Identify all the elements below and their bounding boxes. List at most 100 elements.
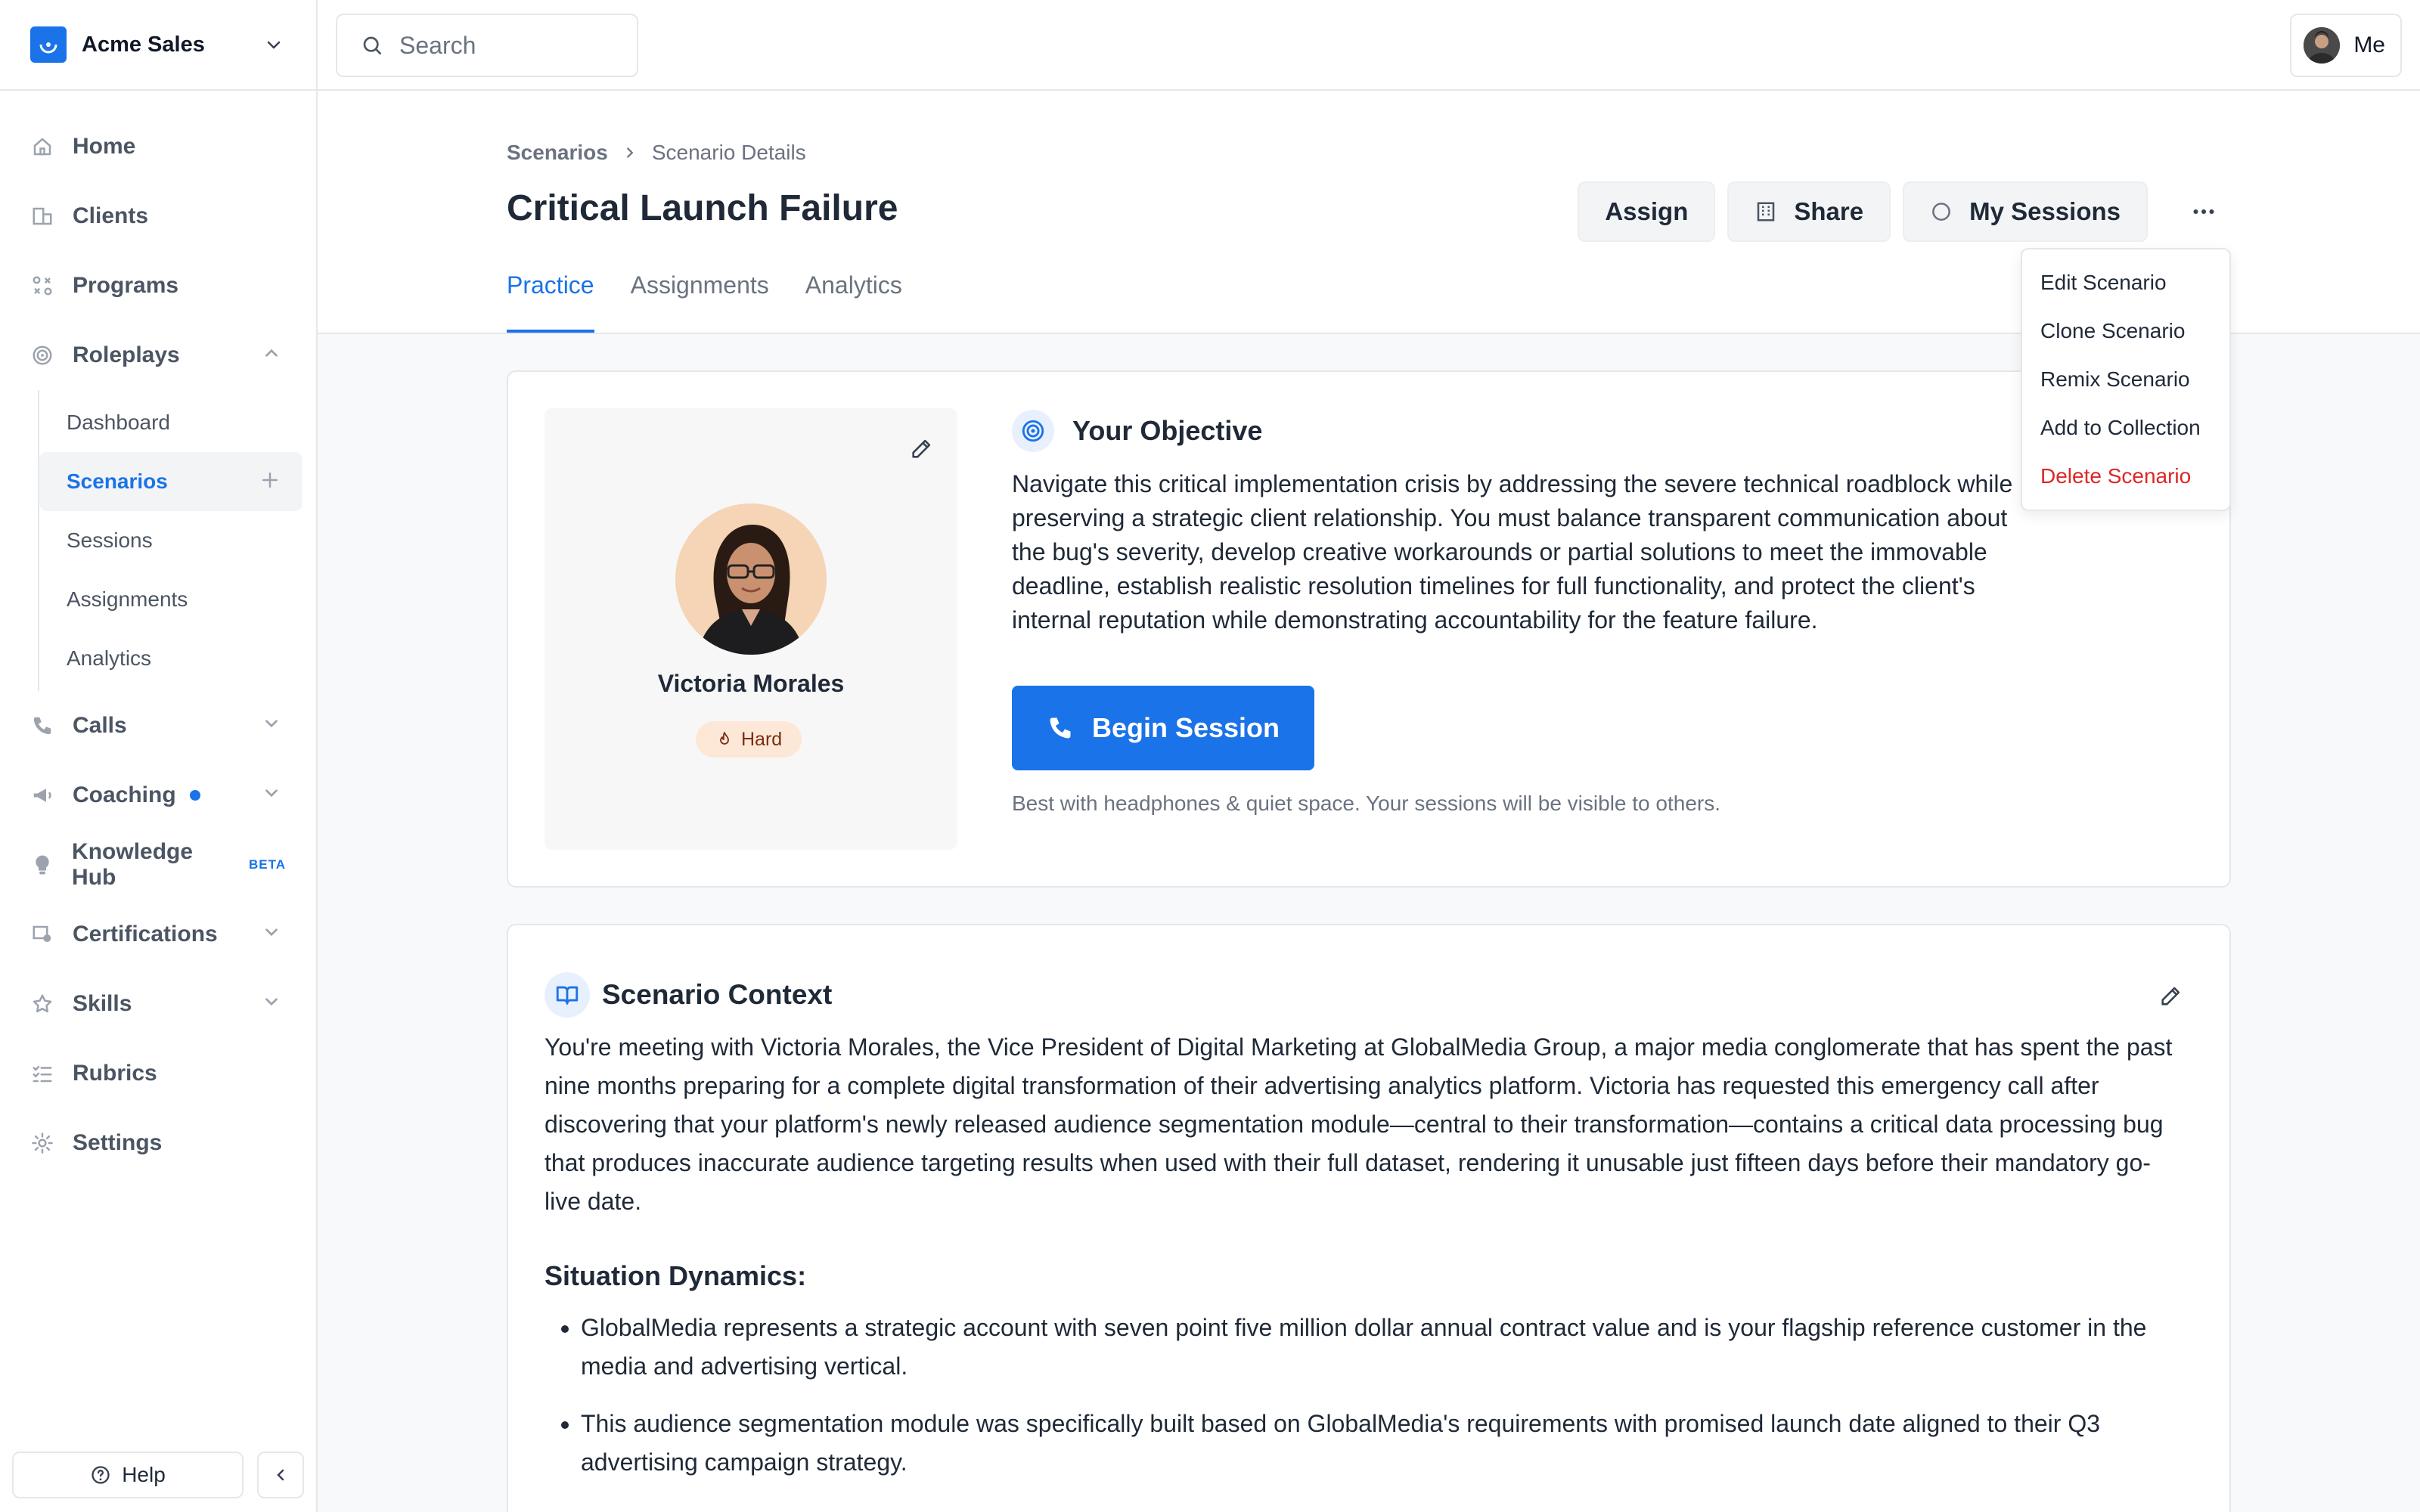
sidebar-item-scenarios[interactable]: Scenarios <box>39 452 302 511</box>
tab-assignments[interactable]: Assignments <box>631 271 769 333</box>
programs-icon <box>30 274 54 298</box>
sidebar-item-dashboard[interactable]: Dashboard <box>39 393 302 452</box>
search-placeholder: Search <box>399 31 476 59</box>
breadcrumb-scenarios-link[interactable]: Scenarios <box>507 141 608 165</box>
breadcrumb: Scenarios Scenario Details <box>507 141 806 165</box>
nav-label: Rubrics <box>73 1061 157 1086</box>
menu-item-edit-scenario[interactable]: Edit Scenario <box>2022 259 2229 307</box>
menu-item-clone-scenario[interactable]: Clone Scenario <box>2022 307 2229 355</box>
scenario-context-card: Scenario Context You're meeting with Vic… <box>507 924 2231 1512</box>
persona-name: Victoria Morales <box>657 670 845 697</box>
sidebar-item-label: Scenarios <box>67 469 168 493</box>
breadcrumb-current: Scenario Details <box>651 141 806 164</box>
tab-analytics[interactable]: Analytics <box>805 271 902 333</box>
tabs: Practice Assignments Analytics <box>507 271 902 333</box>
chevron-down-icon <box>262 33 286 57</box>
menu-item-remix-scenario[interactable]: Remix Scenario <box>2022 355 2229 404</box>
nav-item-coaching[interactable]: Coaching <box>0 761 316 830</box>
sidebar-footer: Help <box>12 1452 304 1498</box>
difficulty-badge: Hard <box>696 721 802 758</box>
menu-item-delete-scenario[interactable]: Delete Scenario <box>2022 452 2229 500</box>
search-icon <box>363 36 381 54</box>
nav-item-programs[interactable]: Programs <box>0 251 316 321</box>
nav-label: Programs <box>73 273 179 298</box>
search-input[interactable]: Search <box>336 14 638 77</box>
nav-label: Knowledge Hub <box>72 839 194 890</box>
help-button[interactable]: Help <box>12 1452 244 1498</box>
sidebar-item-assignments[interactable]: Assignments <box>39 570 302 629</box>
menu-item-add-to-collection[interactable]: Add to Collection <box>2022 404 2229 452</box>
edit-persona-button[interactable] <box>909 435 935 465</box>
chevron-down-icon <box>262 714 281 737</box>
target-icon <box>30 343 54 367</box>
context-title: Scenario Context <box>602 979 833 1010</box>
objective-section: Your Objective Navigate this critical im… <box>1012 408 2018 816</box>
share-button[interactable]: Share <box>1727 181 1891 242</box>
brand-logo <box>30 26 67 63</box>
collapse-sidebar-button[interactable] <box>257 1452 304 1498</box>
begin-session-button[interactable]: Begin Session <box>1012 686 1314 770</box>
assign-button[interactable]: Assign <box>1578 181 1716 242</box>
more-options-button[interactable] <box>2173 181 2234 242</box>
more-options-menu: Edit Scenario Clone Scenario Remix Scena… <box>2021 248 2231 511</box>
list-item: GlobalMedia represents a strategic accou… <box>581 1309 2184 1386</box>
help-icon <box>92 1466 110 1484</box>
book-icon <box>544 972 590 1018</box>
nav-label: Skills <box>73 991 132 1016</box>
list-item: This audience segmentation module was sp… <box>581 1405 2184 1482</box>
phone-icon <box>30 714 54 738</box>
my-sessions-label: My Sessions <box>1969 197 2121 225</box>
topbar: Search Me <box>318 0 2420 91</box>
nav-item-roleplays[interactable]: Roleplays <box>0 321 316 390</box>
nav-item-settings[interactable]: Settings <box>0 1108 316 1178</box>
nav-item-knowledge-hub[interactable]: Knowledge Hub BETA <box>0 830 316 900</box>
page-title: Critical Launch Failure <box>507 188 898 228</box>
nav-label: Coaching <box>73 782 176 807</box>
my-sessions-button[interactable]: My Sessions <box>1903 181 2148 242</box>
nav-label: Home <box>73 134 136 159</box>
star-icon <box>30 992 54 1016</box>
sidebar-item-sessions[interactable]: Sessions <box>39 511 302 570</box>
user-menu-button[interactable]: Me <box>2290 14 2402 77</box>
session-hint: Best with headphones & quiet space. Your… <box>1012 792 1721 815</box>
gear-icon <box>30 1131 54 1155</box>
nav-item-certifications[interactable]: Certifications <box>0 900 316 969</box>
phone-icon <box>1047 714 1074 742</box>
nav-item-clients[interactable]: Clients <box>0 181 316 251</box>
lightbulb-icon <box>30 853 54 877</box>
pencil-icon <box>912 439 931 458</box>
notification-dot <box>189 790 200 801</box>
nav-label: Certifications <box>73 922 218 947</box>
nav-label: Calls <box>73 713 127 738</box>
beta-badge: BETA <box>248 857 286 872</box>
nav-item-calls[interactable]: Calls <box>0 691 316 761</box>
nav-label: Clients <box>73 203 149 228</box>
chevron-down-icon <box>262 783 281 807</box>
difficulty-label: Hard <box>741 728 783 750</box>
situation-dynamics-list: GlobalMedia represents a strategic accou… <box>544 1309 2184 1482</box>
nav-item-home[interactable]: Home <box>0 112 316 181</box>
megaphone-icon <box>30 783 54 807</box>
chevron-down-icon <box>262 922 281 946</box>
user-label: Me <box>2353 33 2385 57</box>
nav-label: Roleplays <box>73 342 180 367</box>
building-icon <box>1754 200 1777 223</box>
nav-item-skills[interactable]: Skills <box>0 969 316 1039</box>
nav-item-rubrics[interactable]: Rubrics <box>0 1039 316 1108</box>
pencil-icon <box>2161 987 2180 1005</box>
persona-panel: Victoria Morales Hard <box>544 408 957 850</box>
building-icon <box>30 204 54 228</box>
situation-dynamics-title: Situation Dynamics: <box>544 1260 807 1291</box>
circle-icon <box>1930 200 1953 223</box>
workspace-switcher[interactable]: Acme Sales <box>0 0 316 91</box>
flame-icon <box>720 732 729 745</box>
persona-avatar <box>675 503 827 655</box>
sidebar-item-analytics[interactable]: Analytics <box>39 629 302 688</box>
plus-icon[interactable] <box>259 469 281 497</box>
practice-card: Victoria Morales Hard Your Objective Nav… <box>507 370 2231 888</box>
edit-context-button[interactable] <box>2158 983 2184 1012</box>
header-actions: Assign Share My Sessions <box>1578 181 2234 242</box>
chevron-right-icon <box>622 144 638 161</box>
tab-practice[interactable]: Practice <box>507 271 594 333</box>
objective-header: Your Objective <box>1012 408 2018 454</box>
